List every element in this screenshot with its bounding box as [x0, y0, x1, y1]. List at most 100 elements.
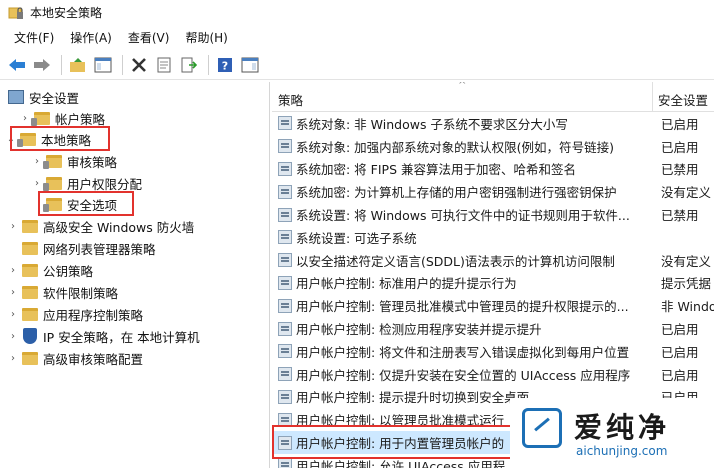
local-security-policy-icon [8, 4, 24, 20]
policy-setting-value: 已启用 [661, 116, 699, 132]
policy-setting-value: 已禁用 [661, 162, 699, 178]
tree-item-app-control[interactable]: › 应用程序控制策略 [6, 303, 143, 325]
policy-name: 系统加密: 为计算机上存储的用户密钥强制进行强密钥保护 [296, 185, 617, 201]
toolbar-separator [208, 54, 209, 75]
policy-setting-icon [278, 139, 292, 154]
chevron-right-icon[interactable]: › [6, 287, 20, 298]
policy-setting-value: 已禁用 [661, 208, 699, 224]
policy-setting-icon [278, 230, 292, 245]
column-header-setting[interactable]: 安全设置 [658, 90, 708, 109]
tree-item-public-key[interactable]: › 公钥策略 [6, 259, 93, 281]
tree-item-firewall[interactable]: › 高级安全 Windows 防火墙 [6, 215, 194, 237]
policy-setting-value: 已启用 [661, 344, 699, 360]
column-divider[interactable] [652, 82, 653, 112]
tree-item-label: 公钥策略 [43, 263, 94, 279]
chevron-right-icon[interactable]: › [6, 221, 20, 232]
up-folder-icon[interactable] [67, 54, 89, 76]
table-row[interactable]: 用户帐户控制: 仅提升安装在安全位置的 UIAccess 应用程序 已启用 [272, 363, 714, 386]
policy-setting-icon [278, 389, 292, 404]
watermark-brand: 爱纯净 [574, 411, 671, 444]
policy-setting-icon [278, 207, 292, 222]
menu-action[interactable]: 操作(A) [62, 27, 120, 48]
tree-item-advanced-audit[interactable]: › 高级审核策略配置 [6, 347, 143, 369]
forward-icon[interactable] [31, 54, 53, 76]
policy-name: 以安全描述符定义语言(SDDL)语法表示的计算机访问限制 [296, 253, 615, 269]
policy-setting-icon [278, 321, 292, 336]
properties-icon[interactable] [153, 54, 175, 76]
tree-item-label: 帐户策略 [55, 111, 106, 127]
highlight-box-local-policies [10, 126, 110, 151]
policy-name: 用户帐户控制: 检测应用程序安装并提示提升 [296, 322, 542, 338]
column-header-policy[interactable]: 策略 [278, 90, 303, 109]
policy-setting-value: 没有定义 [661, 253, 712, 269]
policy-name: 系统设置: 将 Windows 可执行文件中的证书规则用于软件... [296, 208, 630, 224]
tree-item-label: 用户权限分配 [67, 176, 143, 192]
policy-setting-icon [278, 275, 292, 290]
policy-name: 系统对象: 非 Windows 子系统不要求区分大小写 [296, 116, 568, 132]
table-row[interactable]: 用户帐户控制: 检测应用程序安装并提示提升 已启用 [272, 317, 714, 340]
policy-name: 用户帐户控制: 标准用户的提升提示行为 [296, 276, 517, 292]
tree-item-software-restriction[interactable]: › 软件限制策略 [6, 281, 118, 303]
chevron-right-icon[interactable]: › [6, 353, 20, 364]
chevron-right-icon[interactable]: › [18, 113, 32, 124]
help-icon[interactable]: ? [214, 54, 236, 76]
chevron-right-icon[interactable]: › [6, 331, 20, 342]
policy-name: 用户帐户控制: 仅提升安装在安全位置的 UIAccess 应用程序 [296, 367, 631, 383]
folder-lock-icon [43, 154, 62, 169]
tree-item-network-list[interactable]: 网络列表管理器策略 [20, 237, 156, 259]
folder-lock-icon [43, 176, 62, 191]
menu-file[interactable]: 文件(F) [6, 27, 62, 48]
policy-setting-value: 非 Windows [661, 299, 714, 315]
action-pane-icon[interactable] [239, 54, 261, 76]
watermark: 爱纯净 aichunjing.com [510, 398, 714, 468]
console-tree: 安全设置 › 帐户策略 ⌄ 本地策略 › 审核策略 › 用户权限分配 安全选项 … [0, 82, 270, 468]
tree-item-label: 审核策略 [67, 154, 118, 170]
policy-setting-icon [278, 367, 292, 382]
window-title: 本地安全策略 [30, 5, 103, 20]
policy-name: 用户帐户控制: 将文件和注册表写入错误虚拟化到每用户位置 [296, 344, 630, 360]
computer-icon [8, 90, 24, 104]
policy-setting-value: 提示凭据 [661, 276, 712, 292]
chevron-right-icon[interactable]: › [30, 156, 44, 167]
table-row[interactable]: 系统设置: 可选子系统 [272, 226, 714, 249]
table-row[interactable]: 用户帐户控制: 将文件和注册表写入错误虚拟化到每用户位置 已启用 [272, 340, 714, 363]
title-bar: 本地安全策略 [0, 0, 714, 24]
show-hide-tree-icon[interactable] [92, 54, 114, 76]
export-list-icon[interactable] [178, 54, 200, 76]
tree-item-security-settings[interactable]: 安全设置 [6, 86, 79, 108]
policy-name: 系统加密: 将 FIPS 兼容算法用于加密、哈希和签名 [296, 162, 576, 178]
folder-icon [22, 219, 38, 233]
delete-icon[interactable] [128, 54, 150, 76]
policy-setting-value: 已启用 [661, 139, 699, 155]
table-row[interactable]: 用户帐户控制: 标准用户的提升提示行为 提示凭据 [272, 272, 714, 295]
policy-name: 系统设置: 可选子系统 [296, 230, 417, 246]
toolbar-separator [122, 54, 123, 75]
tree-item-label: 高级审核策略配置 [43, 351, 144, 367]
tree-item-label: IP 安全策略，在 本地计算机 [43, 329, 200, 345]
table-row[interactable]: 系统加密: 为计算机上存储的用户密钥强制进行强密钥保护 没有定义 [272, 180, 714, 203]
chevron-right-icon[interactable]: › [30, 178, 44, 189]
back-icon[interactable] [6, 54, 28, 76]
table-row[interactable]: 系统对象: 非 Windows 子系统不要求区分大小写 已启用 [272, 112, 714, 135]
policy-setting-icon [278, 253, 292, 268]
tree-item-ip-security[interactable]: › IP 安全策略，在 本地计算机 [6, 325, 200, 347]
table-row[interactable]: 以安全描述符定义语言(SDDL)语法表示的计算机访问限制 没有定义 [272, 249, 714, 272]
highlight-box-builtin-admin [272, 425, 516, 459]
watermark-url: aichunjing.com [576, 444, 668, 458]
policy-setting-icon [278, 298, 292, 313]
shield-icon [23, 328, 37, 344]
tree-item-label: 应用程序控制策略 [43, 307, 144, 323]
menu-help[interactable]: 帮助(H) [177, 27, 235, 48]
policy-name: 用户帐户控制: 管理员批准模式中管理员的提升权限提示的... [296, 299, 629, 315]
policy-setting-icon [278, 458, 292, 468]
table-row[interactable]: 用户帐户控制: 管理员批准模式中管理员的提升权限提示的... 非 Windows [272, 294, 714, 317]
policy-setting-icon [278, 184, 292, 199]
table-row[interactable]: 系统对象: 加强内部系统对象的默认权限(例如，符号链接) 已启用 [272, 135, 714, 158]
chevron-right-icon[interactable]: › [6, 309, 20, 320]
table-row[interactable]: 系统设置: 将 Windows 可执行文件中的证书规则用于软件... 已禁用 [272, 203, 714, 226]
chevron-right-icon[interactable]: › [6, 265, 20, 276]
menu-view[interactable]: 查看(V) [120, 27, 178, 48]
tree-item-label: 高级安全 Windows 防火墙 [43, 219, 195, 235]
table-row[interactable]: 系统加密: 将 FIPS 兼容算法用于加密、哈希和签名 已禁用 [272, 158, 714, 181]
tree-item-audit-policy[interactable]: › 审核策略 [30, 150, 117, 172]
